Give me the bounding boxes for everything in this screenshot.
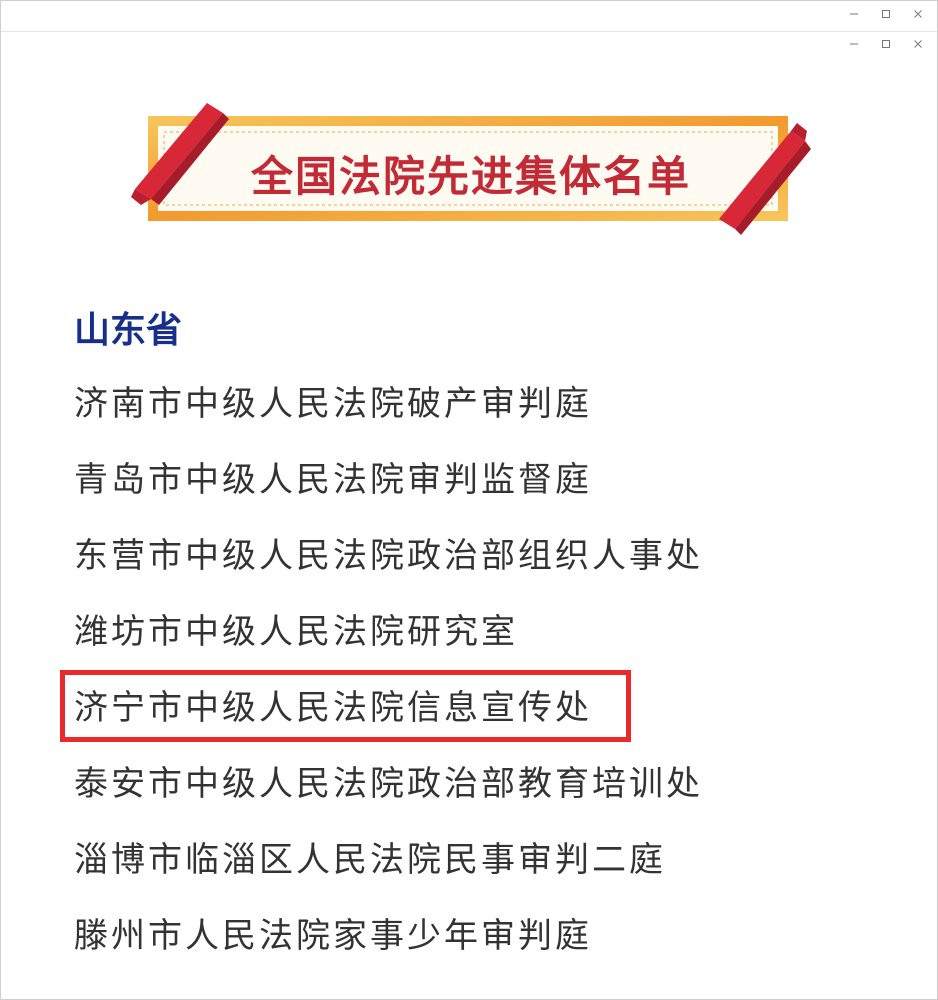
list-item: 东营市中级人民法院政治部组织人事处 <box>74 536 703 576</box>
minimize-icon[interactable] <box>843 6 865 22</box>
list-item: 青岛市中级人民法院审判监督庭 <box>74 460 592 500</box>
list-item: 济南市中级人民法院破产审判庭 <box>74 384 592 424</box>
title-banner: 全国法院先进集体名单 <box>131 101 811 241</box>
close-icon[interactable] <box>907 36 929 52</box>
close-icon[interactable] <box>907 6 929 22</box>
honoree-list: 济南市中级人民法院破产审判庭 青岛市中级人民法院审判监督庭 东营市中级人民法院政… <box>74 376 703 984</box>
inner-titlebar <box>1 31 937 61</box>
window-controls-inner <box>843 36 929 52</box>
outer-titlebar <box>1 1 937 32</box>
list-item: 淄博市临淄区人民法院民事审判二庭 <box>74 840 666 880</box>
list-item: 潍坊市中级人民法院研究室 <box>74 612 518 652</box>
minimize-icon[interactable] <box>843 36 865 52</box>
list-item-highlighted: 济宁市中级人民法院信息宣传处 <box>74 688 592 728</box>
maximize-icon[interactable] <box>875 36 897 52</box>
province-heading: 山东省 <box>74 310 183 351</box>
list-item: 滕州市人民法院家事少年审判庭 <box>74 916 592 956</box>
maximize-icon[interactable] <box>875 6 897 22</box>
banner-title: 全国法院先进集体名单 <box>250 152 691 201</box>
window-controls <box>843 6 929 22</box>
list-item: 泰安市中级人民法院政治部教育培训处 <box>74 764 703 804</box>
app-window: 全国法院先进集体名单 山东省 济南市中级人民法院破产审判庭 青岛市中级人民法院审… <box>0 0 938 1000</box>
